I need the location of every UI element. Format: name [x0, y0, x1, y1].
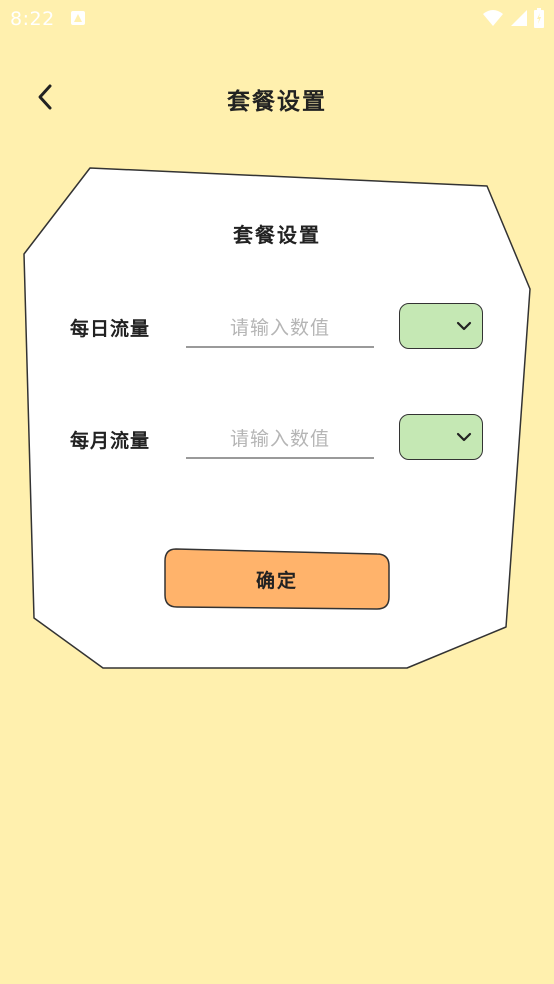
- chevron-down-icon: [456, 321, 472, 331]
- card-title: 套餐设置: [233, 223, 321, 247]
- chevron-down-icon: [456, 432, 472, 442]
- monthly-traffic-input[interactable]: [186, 421, 374, 459]
- daily-unit-select[interactable]: [399, 303, 483, 349]
- monthly-traffic-label: 每月流量: [70, 430, 151, 452]
- monthly-unit-select[interactable]: [399, 414, 483, 460]
- card-content: 套餐设置 每日流量 每月流量 确定: [0, 0, 554, 984]
- daily-traffic-label: 每日流量: [70, 318, 151, 340]
- confirm-button-label: 确定: [255, 570, 298, 592]
- daily-traffic-input[interactable]: [186, 310, 374, 348]
